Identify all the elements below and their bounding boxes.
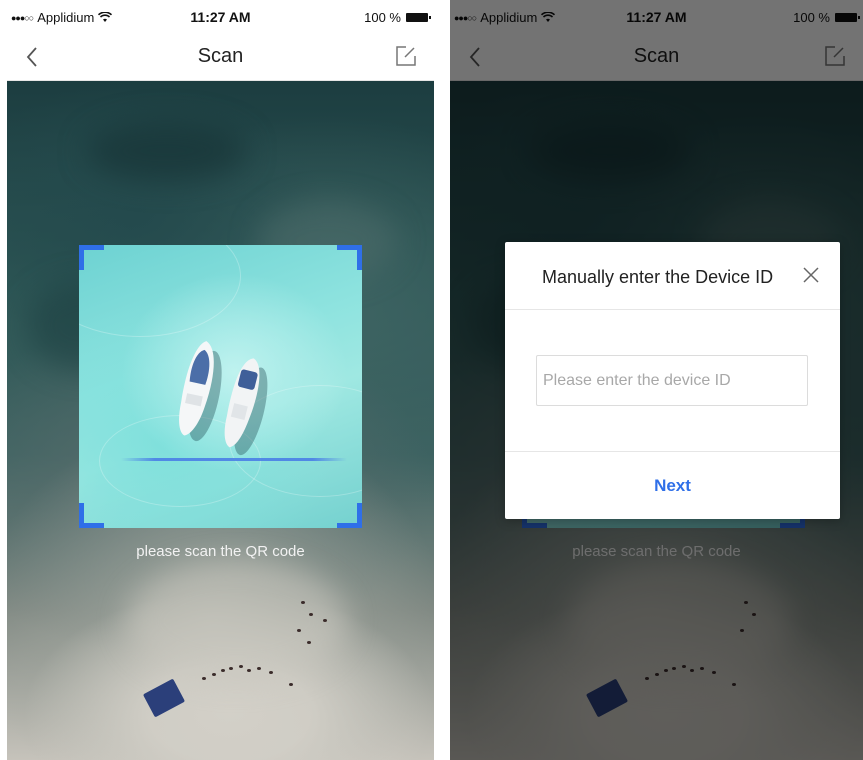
- nav-bar: Scan: [7, 34, 434, 81]
- scan-hint: please scan the QR code: [136, 543, 305, 560]
- boat-image: [179, 341, 268, 456]
- frame-corner-top-right: [337, 245, 362, 270]
- manual-entry-screen: ●●●○○ Applidium 11:27 AM 100 % Scan: [450, 0, 863, 760]
- page-title: Scan: [197, 45, 244, 67]
- dialog-divider-top: [505, 309, 840, 310]
- frame-corner-top-left: [79, 245, 104, 270]
- frame-corner-bottom-right: [337, 503, 362, 528]
- next-button[interactable]: Next: [505, 452, 840, 519]
- battery-icon: [406, 13, 431, 22]
- edit-icon[interactable]: [394, 44, 418, 68]
- close-icon[interactable]: [802, 266, 820, 284]
- device-id-input[interactable]: [536, 355, 808, 406]
- frame-corner-bottom-left: [79, 503, 104, 528]
- device-id-dialog: Manually enter the Device ID Next: [505, 242, 840, 519]
- battery-percent: 100 %: [364, 10, 401, 25]
- qr-scan-frame: [79, 245, 362, 528]
- scan-screen: ●●●○○ Applidium 11:27 AM 100 % Scan plea…: [7, 0, 434, 760]
- scan-line: [121, 458, 347, 461]
- status-bar: ●●●○○ Applidium 11:27 AM 100 %: [7, 0, 434, 34]
- dialog-title: Manually enter the Device ID: [542, 267, 774, 287]
